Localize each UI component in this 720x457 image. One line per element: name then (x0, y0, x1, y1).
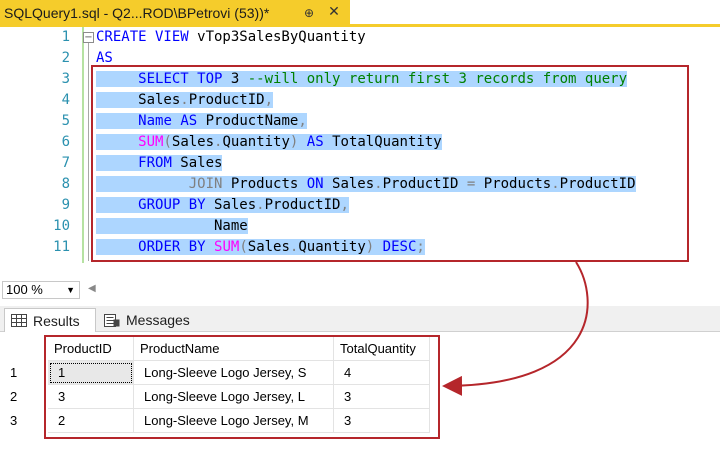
document-tab-bar: SQLQuery1.sql - Q2...ROD\BPetrovi (53))*… (0, 0, 720, 27)
tab-messages-label: Messages (126, 312, 190, 328)
pin-icon[interactable]: ⊕ (301, 5, 317, 21)
line-number: 1 (61, 29, 70, 45)
line-number: 5 (61, 113, 70, 129)
tab-results[interactable]: Results (4, 308, 96, 332)
outline-line (88, 43, 89, 261)
zoom-dropdown[interactable]: 100 % ▼ (2, 281, 80, 299)
line-number: 10 (53, 218, 70, 234)
line-number-gutter: 1 2 3 4 5 6 7 8 9 10 11 (0, 27, 76, 272)
code-callout-box (91, 65, 689, 262)
line-number: 8 (61, 176, 70, 192)
code-token: AS (96, 50, 113, 66)
code-token: CREATE VIEW (96, 29, 189, 45)
tab-results-label: Results (33, 312, 80, 329)
editor-status-bar: 100 % ▼ ◀ (0, 278, 720, 300)
line-number: 3 (61, 71, 70, 87)
code-token: vTop3SalesByQuantity (188, 29, 366, 45)
line-number: 2 (61, 50, 70, 66)
messages-icon (104, 313, 120, 327)
line-number: 4 (61, 92, 70, 108)
collapse-icon[interactable]: − (83, 32, 94, 43)
row-number[interactable]: 1 (6, 361, 46, 385)
line-number: 9 (61, 197, 70, 213)
line-number: 11 (53, 239, 70, 255)
close-icon[interactable]: ✕ (325, 3, 343, 21)
line-number: 7 (61, 155, 70, 171)
chevron-down-icon: ▼ (66, 285, 75, 295)
line-number: 6 (61, 134, 70, 150)
results-callout-box (44, 335, 440, 439)
row-number[interactable]: 3 (6, 409, 46, 433)
results-tab-bar: Results Messages (0, 306, 720, 332)
zoom-value: 100 % (6, 282, 43, 297)
scroll-left-icon[interactable]: ◀ (88, 283, 96, 294)
document-tab[interactable]: SQLQuery1.sql - Q2...ROD\BPetrovi (53))*… (0, 0, 350, 25)
code-line: CREATE VIEW vTop3SalesByQuantity (96, 27, 366, 48)
change-margin (82, 27, 84, 263)
row-number[interactable]: 2 (6, 385, 46, 409)
tab-messages[interactable]: Messages (98, 308, 202, 332)
grid-icon (11, 314, 27, 327)
document-tab-title: SQLQuery1.sql - Q2...ROD\BPetrovi (53))* (4, 4, 270, 21)
